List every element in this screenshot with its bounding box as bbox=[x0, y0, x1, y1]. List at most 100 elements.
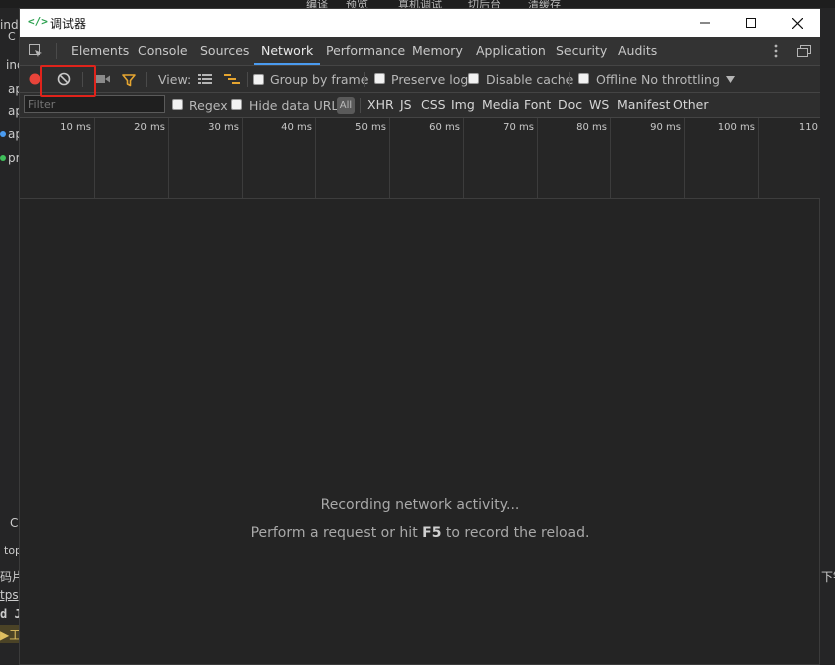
throttling-select[interactable]: No throttling bbox=[641, 72, 720, 87]
recording-message: Recording network activity... bbox=[320, 497, 520, 513]
network-toolbar: View: Group by frame Preserve log Disabl… bbox=[20, 66, 820, 93]
preserve-log-label[interactable]: Preserve log bbox=[391, 72, 468, 87]
timeline-tick: 60 ms bbox=[389, 118, 464, 198]
group-by-frame-label[interactable]: Group by frame bbox=[270, 72, 368, 87]
f5-key-hint: F5 bbox=[422, 525, 442, 541]
close-button[interactable] bbox=[774, 9, 820, 37]
host-fragment: C bbox=[10, 516, 19, 530]
view-label: View: bbox=[158, 72, 192, 87]
undock-icon[interactable] bbox=[796, 43, 812, 59]
disable-cache-checkbox[interactable] bbox=[468, 73, 479, 84]
host-fragment: 下银 bbox=[821, 570, 835, 584]
panel-tabbar: Elements Console Sources Network Perform… bbox=[20, 37, 820, 66]
devtools-window: </> 调试器 Elements Console Sources Network… bbox=[19, 8, 820, 665]
waterfall-icon bbox=[223, 74, 240, 84]
list-view-icon bbox=[197, 74, 212, 84]
timeline-tick: 80 ms bbox=[537, 118, 611, 198]
inspect-element-icon[interactable] bbox=[28, 43, 44, 59]
close-icon bbox=[791, 17, 803, 29]
title-bar: </> 调试器 bbox=[20, 9, 820, 37]
timeline-tick: 50 ms bbox=[315, 118, 390, 198]
maximize-icon bbox=[746, 18, 756, 28]
minimize-icon bbox=[700, 22, 710, 24]
tab-audits[interactable]: Audits bbox=[618, 37, 657, 65]
tab-console[interactable]: Console bbox=[138, 37, 188, 65]
tick-label: 90 ms bbox=[650, 122, 681, 133]
highlight-annotation-box bbox=[40, 65, 96, 97]
more-options-icon[interactable] bbox=[769, 43, 783, 59]
type-filter-css[interactable]: CSS bbox=[421, 93, 446, 117]
tick-label: 20 ms bbox=[134, 122, 165, 133]
disable-cache-label[interactable]: Disable cache bbox=[486, 72, 573, 87]
tick-label: 80 ms bbox=[576, 122, 607, 133]
host-dot-icon bbox=[0, 131, 6, 137]
divider bbox=[56, 43, 57, 59]
group-by-frame-checkbox[interactable] bbox=[253, 74, 264, 85]
divider bbox=[360, 98, 361, 113]
tick-label: 50 ms bbox=[355, 122, 386, 133]
video-camera-icon bbox=[96, 75, 110, 83]
overview-toggle[interactable] bbox=[223, 73, 240, 85]
minimize-button[interactable] bbox=[682, 9, 728, 37]
maximize-button[interactable] bbox=[728, 9, 774, 37]
timeline-tick: 110 bbox=[758, 118, 820, 198]
offline-label[interactable]: Offline bbox=[596, 72, 637, 87]
filter-input[interactable] bbox=[24, 95, 165, 113]
type-filter-img[interactable]: Img bbox=[451, 93, 475, 117]
type-filter-js[interactable]: JS bbox=[400, 93, 412, 117]
chevron-down-icon[interactable] bbox=[725, 74, 735, 84]
tab-application[interactable]: Application bbox=[476, 37, 546, 65]
host-dot-icon bbox=[0, 155, 6, 161]
divider bbox=[247, 72, 248, 87]
offline-checkbox[interactable] bbox=[578, 73, 589, 84]
filter-button[interactable] bbox=[121, 72, 136, 87]
code-icon: </> bbox=[28, 15, 48, 28]
timeline-tick: 20 ms bbox=[94, 118, 169, 198]
hide-data-urls-label[interactable]: Hide data URLs bbox=[249, 98, 345, 113]
tab-network[interactable]: Network bbox=[254, 37, 321, 65]
host-fragment: tps bbox=[0, 588, 19, 602]
tab-performance[interactable]: Performance bbox=[326, 37, 405, 65]
tick-label: 30 ms bbox=[208, 122, 239, 133]
capture-screenshots-button[interactable] bbox=[95, 73, 111, 85]
reload-hint: Perform a request or hit F5 to record th… bbox=[250, 525, 590, 541]
tab-memory[interactable]: Memory bbox=[412, 37, 463, 65]
type-filter-all[interactable]: All bbox=[337, 97, 355, 114]
tick-label: 60 ms bbox=[429, 122, 460, 133]
filter-funnel-icon bbox=[121, 73, 136, 86]
tab-sources[interactable]: Sources bbox=[200, 37, 249, 65]
timeline-tick: 40 ms bbox=[242, 118, 316, 198]
type-filter-doc[interactable]: Doc bbox=[558, 93, 582, 117]
host-menubar: 编译 预览 真机调试 切后台 清缓存 bbox=[0, 0, 835, 11]
timeline-tick: 100 ms bbox=[684, 118, 759, 198]
tick-label: 40 ms bbox=[281, 122, 312, 133]
tick-label: 100 ms bbox=[717, 122, 755, 133]
regex-label[interactable]: Regex bbox=[189, 98, 228, 113]
large-rows-toggle[interactable] bbox=[197, 73, 212, 85]
regex-checkbox[interactable] bbox=[172, 99, 183, 110]
divider bbox=[569, 72, 570, 87]
divider bbox=[364, 72, 365, 87]
type-filter-manifest[interactable]: Manifest bbox=[617, 93, 670, 117]
filter-bar: Regex Hide data URLs All XHR JS CSS Img … bbox=[20, 93, 820, 118]
type-filter-xhr[interactable]: XHR bbox=[367, 93, 394, 117]
type-filter-other[interactable]: Other bbox=[673, 93, 709, 117]
type-filter-font[interactable]: Font bbox=[524, 93, 551, 117]
tick-label: 110 bbox=[798, 122, 818, 133]
timeline-tick: 70 ms bbox=[463, 118, 538, 198]
timeline-tick: 10 ms bbox=[20, 118, 95, 198]
timeline-tick: 90 ms bbox=[610, 118, 685, 198]
preserve-log-checkbox[interactable] bbox=[374, 73, 385, 84]
host-right-panel bbox=[820, 8, 835, 665]
timeline-tick: 30 ms bbox=[168, 118, 243, 198]
tab-security[interactable]: Security bbox=[556, 37, 607, 65]
timeline-overview[interactable]: 10 ms 20 ms 30 ms 40 ms 50 ms 60 ms 70 m… bbox=[20, 118, 820, 199]
divider bbox=[146, 72, 147, 87]
hide-data-urls-checkbox[interactable] bbox=[231, 99, 242, 110]
type-filter-ws[interactable]: WS bbox=[589, 93, 609, 117]
tab-elements[interactable]: Elements bbox=[71, 37, 129, 65]
window-title: 调试器 bbox=[50, 17, 87, 31]
tick-label: 10 ms bbox=[60, 122, 91, 133]
tick-label: 70 ms bbox=[503, 122, 534, 133]
type-filter-media[interactable]: Media bbox=[482, 93, 520, 117]
